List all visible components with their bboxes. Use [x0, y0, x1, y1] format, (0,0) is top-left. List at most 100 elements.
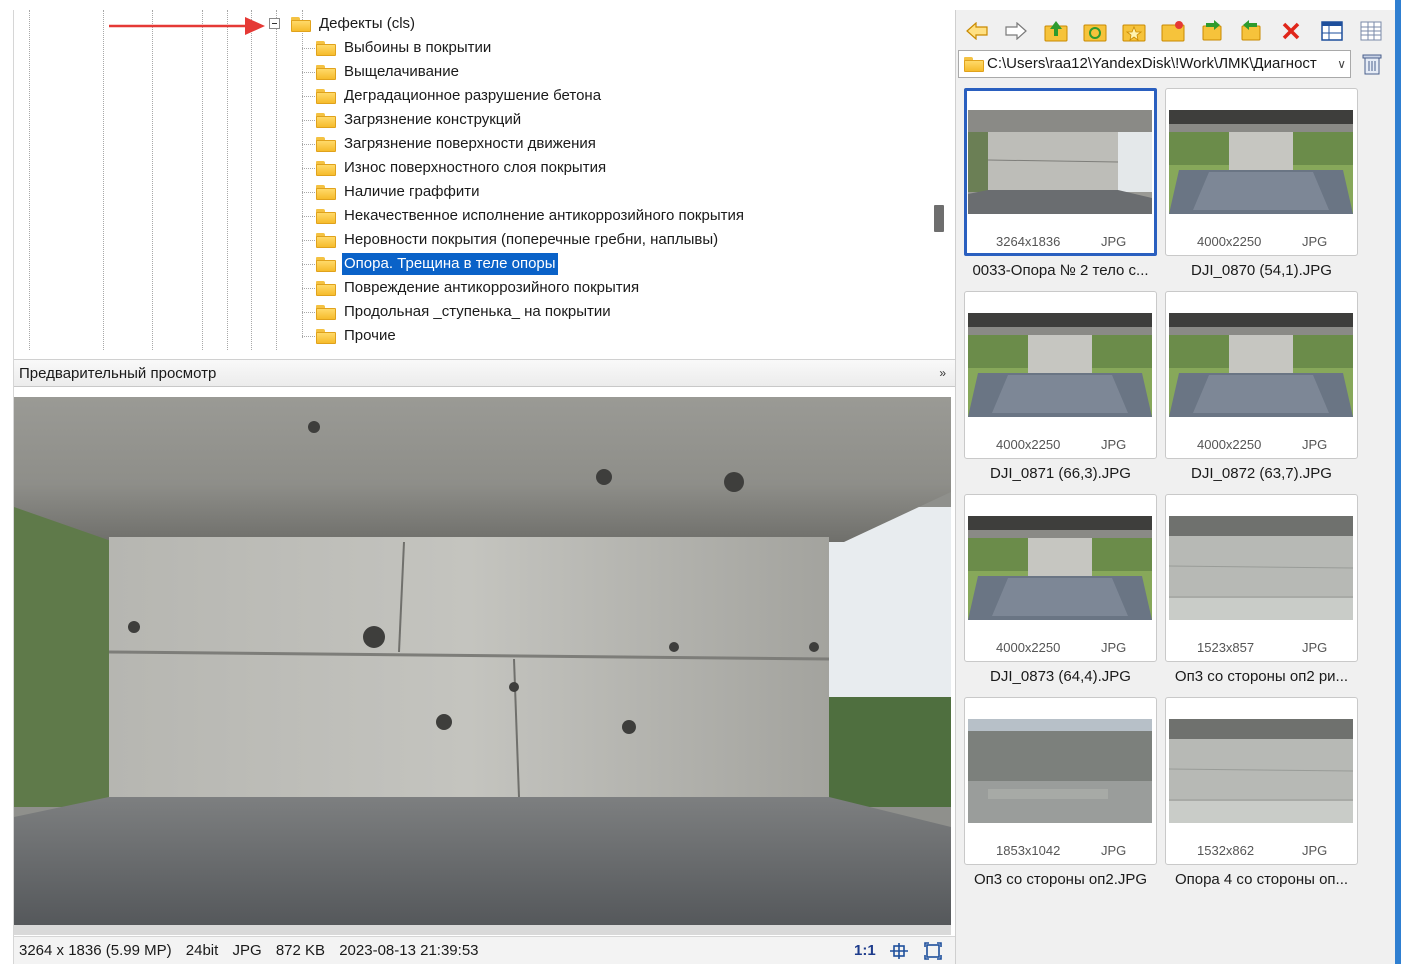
tree-scrollbar-thumb[interactable]: [934, 205, 944, 232]
thumbnail-dimensions: 1532x862: [1197, 843, 1255, 858]
window-bottom-edge: [0, 964, 1401, 970]
thumbnail-image[interactable]: [1169, 313, 1353, 417]
trash-icon[interactable]: [1361, 52, 1383, 76]
details-view-icon[interactable]: [1358, 18, 1384, 44]
folder-up-icon[interactable]: [1043, 18, 1069, 44]
file-browser-pane: C:\Users\raa12\YandexDisk\!Work\ЛМК\Диаг…: [955, 10, 1395, 968]
view-mode-icon[interactable]: [1319, 18, 1345, 44]
thumbnail-image[interactable]: [968, 110, 1152, 214]
thumbnail-image[interactable]: [1169, 719, 1353, 823]
folder-icon: [316, 232, 336, 248]
tree-node[interactable]: Наличие граффити: [302, 181, 481, 203]
thumbnail-image[interactable]: [968, 313, 1152, 417]
bridge-pier-photo: [14, 397, 951, 925]
tree-node-label: Прочие: [344, 327, 396, 344]
folder-icon: [316, 208, 336, 224]
thumbnail-image[interactable]: [1169, 110, 1353, 214]
thumbnail-filename[interactable]: 0033-Опора № 2 тело с...: [964, 262, 1157, 279]
folder-icon: [316, 40, 336, 56]
new-folder-icon[interactable]: [1160, 18, 1186, 44]
folder-tree[interactable]: Дефекты (cls) Выбоины в покрытии Выщелачи…: [14, 10, 956, 350]
tree-node[interactable]: Загрязнение конструкций: [302, 109, 523, 131]
thumbnail-image[interactable]: [1169, 516, 1353, 620]
tree-connector-line: [302, 168, 315, 169]
thumbnail-filename[interactable]: Опора 4 со стороны оп...: [1165, 871, 1358, 888]
folder-path-text: C:\Users\raa12\YandexDisk\!Work\ЛМК\Диаг…: [987, 55, 1317, 72]
tree-node-label: Деградационное разрушение бетона: [344, 87, 602, 104]
thumbnail-image[interactable]: [968, 719, 1152, 823]
move-to-folder-icon[interactable]: [1238, 18, 1264, 44]
tree-node-label: Опора. Трещина в теле опоры: [342, 253, 558, 275]
fullscreen-icon[interactable]: [924, 942, 942, 960]
tree-collapse-toggle[interactable]: [269, 18, 280, 29]
tree-node[interactable]: Износ поверхностного слоя покрытия: [302, 157, 608, 179]
collapse-chevron-icon[interactable]: »: [939, 360, 946, 387]
status-resolution: 3264 x 1836 (5.99 MP): [19, 942, 172, 959]
tree-node-label: Износ поверхностного слоя покрытия: [344, 159, 607, 176]
tree-node[interactable]: Выбоины в покрытии: [302, 37, 493, 59]
thumbnail-filetype: JPG: [1302, 843, 1328, 858]
tree-connector-line: [302, 216, 315, 217]
folder-icon: [316, 88, 336, 104]
thumbnail-image[interactable]: [968, 516, 1152, 620]
tree-connector-line: [302, 96, 315, 97]
delete-icon[interactable]: [1278, 18, 1304, 44]
tree-node[interactable]: Повреждение антикоррозийного покрытия: [302, 277, 641, 299]
tree-node-label: Выбоины в покрытии: [344, 39, 492, 56]
back-arrow-icon[interactable]: [964, 18, 990, 44]
folder-icon: [316, 256, 336, 272]
tree-node-label: Повреждение антикоррозийного покрытия: [344, 279, 640, 296]
chevron-down-icon[interactable]: ∨: [1337, 51, 1346, 77]
tree-node-label: Неровности покрытия (поперечные гребни, …: [344, 231, 719, 248]
thumbnail-filename[interactable]: Оп3 со стороны оп2 ри...: [1165, 668, 1358, 685]
window-right-edge: [1395, 0, 1401, 970]
refresh-folder-icon[interactable]: [1082, 18, 1108, 44]
tree-node[interactable]: Прочие: [302, 325, 398, 347]
tree-connector-line: [302, 240, 315, 241]
tree-node[interactable]: Неровности покрытия (поперечные гребни, …: [302, 229, 720, 251]
copy-to-folder-icon[interactable]: [1199, 18, 1225, 44]
folder-path-combobox[interactable]: C:\Users\raa12\YandexDisk\!Work\ЛМК\Диаг…: [958, 50, 1351, 78]
tree-node[interactable]: Продольная _ступенька_ на покрытии: [302, 301, 613, 323]
tree-connector-line: [302, 312, 315, 313]
thumbnail-filetype: JPG: [1302, 640, 1328, 655]
tree-guide-line: [103, 10, 104, 350]
tree-node[interactable]: Деградационное разрушение бетона: [302, 85, 603, 107]
fit-window-icon[interactable]: [890, 943, 908, 959]
forward-arrow-icon[interactable]: [1003, 18, 1029, 44]
preview-horizontal-scrollbar[interactable]: [14, 925, 951, 935]
thumbnail-filename[interactable]: Оп3 со стороны оп2.JPG: [964, 871, 1157, 888]
tree-node-label: Загрязнение конструкций: [344, 111, 522, 128]
zoom-level-button[interactable]: 1:1: [854, 937, 876, 964]
thumbnail-filename[interactable]: DJI_0872 (63,7).JPG: [1165, 465, 1358, 482]
tree-node-defects-root[interactable]: Дефекты (cls): [291, 13, 417, 35]
thumbnail-filetype: JPG: [1101, 234, 1127, 249]
tree-connector-line: [302, 72, 315, 73]
thumbnail-dimensions: 1853x1042: [996, 843, 1061, 858]
preview-panel-title: Предварительный просмотр: [19, 365, 217, 382]
tree-connector-line: [302, 120, 315, 121]
preview-image[interactable]: [14, 397, 951, 925]
thumbnail-filetype: JPG: [1101, 640, 1127, 655]
tree-node[interactable]: Опора. Трещина в теле опоры: [302, 253, 558, 275]
favorites-icon[interactable]: [1121, 18, 1147, 44]
tree-connector-line: [302, 264, 315, 265]
tree-guide-line: [202, 10, 203, 350]
folder-icon: [964, 57, 984, 72]
tree-node[interactable]: Некачественное исполнение антикоррозийно…: [302, 205, 746, 227]
status-datetime: 2023-08-13 21:39:53: [339, 942, 479, 959]
thumbnail-filetype: JPG: [1101, 437, 1127, 452]
status-filesize: 872 KB: [275, 942, 326, 959]
window-top-edge: [0, 0, 1401, 10]
tree-node[interactable]: Загрязнение поверхности движения: [302, 133, 598, 155]
folder-icon: [316, 160, 336, 176]
folder-icon: [316, 112, 336, 128]
tree-node[interactable]: Выщелачивание: [302, 61, 461, 83]
thumbnail-filename[interactable]: DJI_0871 (66,3).JPG: [964, 465, 1157, 482]
tree-node-label: Дефекты (cls): [319, 15, 416, 32]
thumbnail-dimensions: 3264x1836: [996, 234, 1061, 249]
thumbnail-filename[interactable]: DJI_0870 (54,1).JPG: [1165, 262, 1358, 279]
thumbnail-filename[interactable]: DJI_0873 (64,4).JPG: [964, 668, 1157, 685]
folder-icon: [316, 304, 336, 320]
preview-panel-header[interactable]: Предварительный просмотр »: [14, 359, 956, 387]
